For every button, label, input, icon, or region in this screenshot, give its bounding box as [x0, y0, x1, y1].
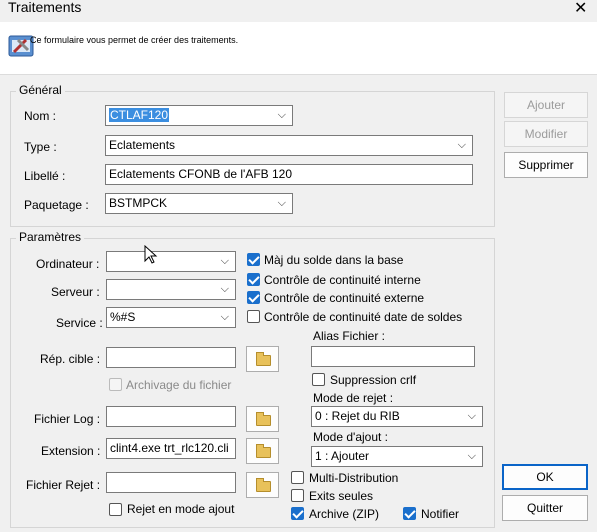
service-select[interactable]: %#S ⌵	[106, 307, 236, 328]
serveur-select[interactable]: ⌵	[106, 279, 236, 300]
fichier-rejet-input[interactable]	[106, 472, 236, 493]
exits-seules-label: Exits seules	[309, 489, 374, 503]
rejet-ajout-checkbox[interactable]	[109, 503, 122, 516]
nom-label: Nom :	[24, 109, 57, 123]
modifier-button[interactable]: Modifier	[504, 121, 588, 147]
libelle-label: Libellé :	[24, 169, 66, 183]
paquetage-select[interactable]: BSTMPCK ⌵	[105, 193, 293, 214]
maj-solde-checkbox[interactable]	[247, 253, 260, 266]
paquetage-label: Paquetage :	[24, 198, 89, 212]
window-title: Traitements	[8, 0, 82, 15]
service-label: Service :	[56, 316, 103, 330]
alias-label: Alias Fichier :	[313, 329, 386, 343]
chevron-down-icon: ⌵	[277, 109, 286, 121]
continuite-interne-label: Contrôle de continuité interne	[264, 273, 421, 287]
rep-cible-label: Rép. cible :	[40, 352, 101, 366]
continuite-date-label: Contrôle de continuité date de soldes	[264, 310, 463, 324]
ordinateur-label: Ordinateur :	[36, 257, 100, 271]
supprimer-button[interactable]: Supprimer	[504, 152, 588, 178]
maj-solde-label: Màj du solde dans la base	[264, 253, 404, 267]
chevron-down-icon: ⌵	[220, 255, 229, 267]
archivage-label: Archivage du fichier	[126, 378, 232, 392]
archivage-checkbox[interactable]	[109, 378, 122, 391]
mode-rejet-select[interactable]: 0 : Rejet du RIB ⌵	[311, 406, 483, 427]
type-label: Type :	[24, 140, 57, 154]
continuite-interne-checkbox[interactable]	[247, 273, 260, 286]
fichier-rejet-browse-button[interactable]	[246, 472, 279, 498]
notifier-checkbox[interactable]	[403, 507, 416, 520]
ajouter-button[interactable]: Ajouter	[504, 92, 588, 118]
folder-icon	[256, 444, 271, 458]
multi-distribution-checkbox[interactable]	[291, 471, 304, 484]
type-select[interactable]: Eclatements ⌵	[105, 135, 473, 156]
chevron-down-icon: ⌵	[457, 139, 466, 151]
fichier-log-label: Fichier Log :	[34, 412, 101, 426]
extension-browse-button[interactable]	[246, 438, 279, 464]
continuite-externe-label: Contrôle de continuité externe	[264, 291, 425, 305]
rep-cible-input[interactable]	[106, 347, 236, 368]
mode-ajout-select[interactable]: 1 : Ajouter ⌵	[311, 446, 483, 467]
suppression-crlf-checkbox[interactable]	[312, 373, 325, 386]
folder-icon	[256, 412, 271, 426]
folder-icon	[256, 352, 271, 366]
extension-input[interactable]: clint4.exe trt_rlc120.cli	[106, 438, 236, 459]
libelle-input[interactable]: Eclatements CFONB de l'AFB 120	[105, 164, 473, 185]
title-bar	[0, 0, 597, 22]
info-banner	[0, 22, 597, 75]
rep-cible-browse-button[interactable]	[246, 346, 279, 372]
nom-combobox[interactable]: CTLAF120 ⌵	[105, 105, 293, 126]
general-legend: Général	[16, 83, 65, 97]
suppression-crlf-label: Suppression crlf	[330, 373, 417, 387]
exits-seules-checkbox[interactable]	[291, 489, 304, 502]
archive-zip-checkbox[interactable]	[291, 507, 304, 520]
multi-distribution-label: Multi-Distribution	[309, 471, 399, 485]
close-icon[interactable]: ✕	[574, 0, 587, 18]
mode-rejet-label: Mode de rejet :	[313, 391, 394, 405]
mode-ajout-label: Mode d'ajout :	[313, 430, 389, 444]
params-legend: Paramètres	[16, 230, 85, 244]
ordinateur-select[interactable]: ⌵	[106, 251, 236, 272]
banner-text: Ce formulaire vous permet de créer des t…	[30, 35, 239, 45]
archive-zip-label: Archive (ZIP)	[309, 507, 380, 521]
serveur-label: Serveur :	[51, 285, 100, 299]
continuite-date-checkbox[interactable]	[247, 310, 260, 323]
chevron-down-icon: ⌵	[467, 450, 476, 462]
continuite-externe-checkbox[interactable]	[247, 291, 260, 304]
chevron-down-icon: ⌵	[220, 311, 229, 323]
fichier-log-browse-button[interactable]	[246, 406, 279, 432]
chevron-down-icon: ⌵	[467, 410, 476, 422]
mouse-cursor-icon	[144, 245, 158, 264]
notifier-label: Notifier	[421, 507, 460, 521]
fichier-rejet-label: Fichier Rejet :	[26, 478, 101, 492]
ok-button[interactable]: OK	[502, 464, 588, 490]
rejet-ajout-label: Rejet en mode ajout	[127, 502, 235, 516]
folder-icon	[256, 478, 271, 492]
chevron-down-icon: ⌵	[277, 197, 286, 209]
chevron-down-icon: ⌵	[220, 283, 229, 295]
alias-input[interactable]	[311, 346, 475, 367]
extension-label: Extension :	[41, 444, 101, 458]
fichier-log-input[interactable]	[106, 406, 236, 427]
quitter-button[interactable]: Quitter	[502, 495, 588, 521]
